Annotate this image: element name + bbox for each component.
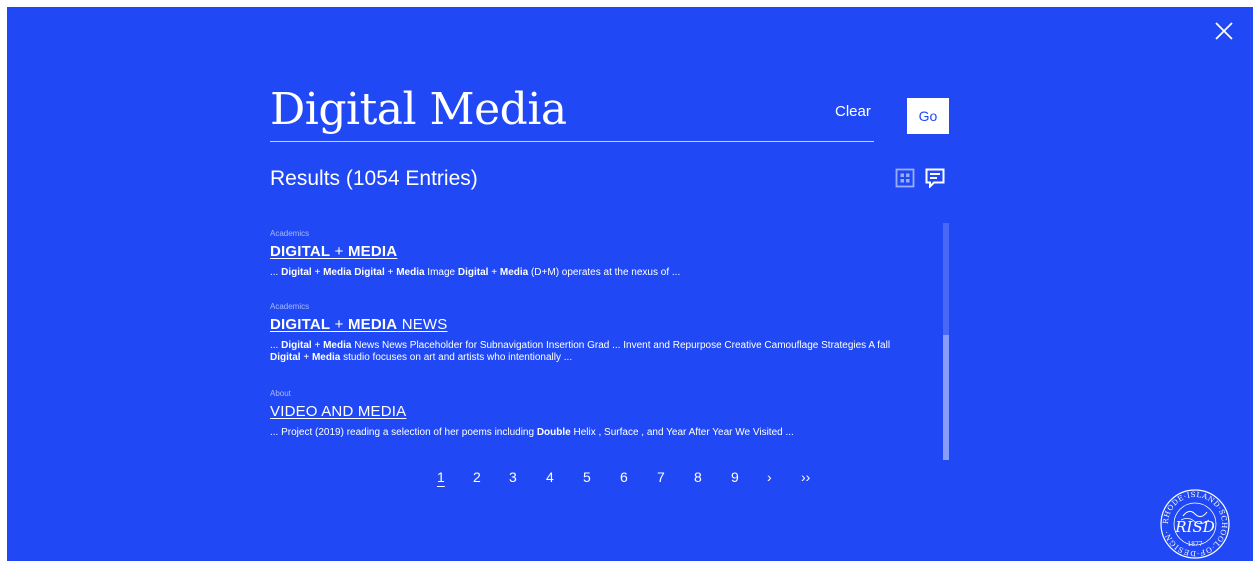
go-button[interactable]: Go: [907, 98, 949, 134]
highlighted-term: Digital: [457, 267, 489, 278]
risd-seal-icon: RHODE·ISLAND·SCHOOL·OF·DESIGN· RISD 1877: [1160, 489, 1230, 559]
page-link-5[interactable]: 5: [583, 469, 591, 485]
results-heading: Results (1054 Entries): [270, 167, 478, 190]
search-input[interactable]: [270, 81, 874, 142]
scrollbar-thumb[interactable]: [943, 335, 949, 460]
highlighted-term: Media: [396, 267, 425, 278]
result-category: Academics: [270, 229, 310, 238]
highlighted-term: MEDIA: [347, 316, 398, 333]
text-run: +: [311, 267, 324, 278]
text-run: +: [330, 316, 348, 333]
result-title-link[interactable]: DIGITAL + MEDIA: [270, 243, 397, 260]
page-link-6[interactable]: 6: [620, 469, 628, 485]
text-run: ...: [270, 267, 282, 278]
grid-view-button[interactable]: [895, 168, 915, 188]
page-link-1[interactable]: 1: [437, 469, 445, 485]
result-title-link[interactable]: VIDEO AND MEDIA: [270, 403, 406, 420]
highlighted-term: Digital: [281, 267, 312, 278]
result-item: About VIDEO AND MEDIA ... Project (2019)…: [270, 389, 930, 439]
highlighted-term: Media: [323, 340, 352, 351]
search-overlay: Clear Go Results (1054 Entries) Academic…: [7, 7, 1253, 561]
result-snippet: ... Project (2019) reading a selection o…: [270, 427, 910, 439]
text-run: News News Placeholder for Subnavigation …: [351, 340, 891, 351]
page-link-8[interactable]: 8: [694, 469, 702, 485]
text-run: VIDEO AND MEDIA: [270, 403, 407, 420]
highlighted-term: Media Digital: [323, 267, 385, 278]
result-snippet: ... Digital + Media Digital + Media Imag…: [270, 267, 910, 279]
page-link-3[interactable]: 3: [509, 469, 517, 485]
result-title-link[interactable]: DIGITAL + MEDIA NEWS: [270, 316, 448, 333]
text-run: +: [488, 267, 500, 278]
text-run: Image: [424, 267, 458, 278]
result-snippet: ... Digital + Media News News Placeholde…: [270, 340, 910, 364]
results-scrollbar[interactable]: [943, 223, 949, 460]
highlighted-term: Double: [536, 427, 571, 438]
result-category: Academics: [270, 302, 310, 311]
page-link-9[interactable]: 9: [731, 469, 739, 485]
text-run: +: [311, 340, 324, 351]
page-link-2[interactable]: 2: [473, 469, 481, 485]
search-form: Clear Go: [270, 81, 950, 143]
text-run: NEWS: [397, 316, 448, 333]
result-category: About: [270, 389, 291, 398]
highlighted-term: DIGITAL: [270, 243, 331, 260]
results-list: Academics DIGITAL + MEDIA ... Digital + …: [270, 229, 930, 439]
page-link-4[interactable]: 4: [546, 469, 554, 485]
text-run: ...: [270, 340, 282, 351]
page-link-7[interactable]: 7: [657, 469, 665, 485]
text-run: +: [330, 243, 348, 260]
text-run: (D+M) operates at the nexus of ...: [528, 267, 681, 278]
svg-text:RISD: RISD: [1174, 518, 1215, 536]
highlighted-term: MEDIA: [347, 243, 398, 260]
risd-seal-logo: RHODE·ISLAND·SCHOOL·OF·DESIGN· RISD 1877: [1159, 488, 1231, 560]
result-item: Academics DIGITAL + MEDIA ... Digital + …: [270, 229, 930, 302]
highlighted-term: Media: [499, 267, 529, 278]
svg-text:1877: 1877: [1187, 541, 1202, 548]
clear-button[interactable]: Clear: [835, 103, 871, 120]
grid-view-icon: [895, 168, 915, 188]
text-run: ... Project (2019) reading a selection o…: [270, 427, 537, 438]
text-run: +: [384, 267, 397, 278]
text-run: +: [300, 352, 312, 363]
text-run: studio focuses on art and artists who in…: [340, 352, 573, 363]
highlighted-term: Media: [311, 352, 341, 363]
last-page-link[interactable]: ››: [801, 469, 810, 485]
highlighted-term: DIGITAL: [270, 316, 331, 333]
text-run: Helix , Surface , and Year After Year We…: [570, 427, 794, 438]
next-page-link[interactable]: ›: [767, 469, 772, 485]
close-icon: [1215, 22, 1233, 40]
highlighted-term: Digital: [281, 340, 312, 351]
list-view-icon: [925, 168, 945, 189]
result-item: Academics DIGITAL + MEDIA NEWS ... Digit…: [270, 302, 930, 389]
highlighted-term: Digital: [270, 352, 301, 363]
list-view-button[interactable]: [925, 168, 945, 189]
close-button[interactable]: [1213, 20, 1235, 42]
